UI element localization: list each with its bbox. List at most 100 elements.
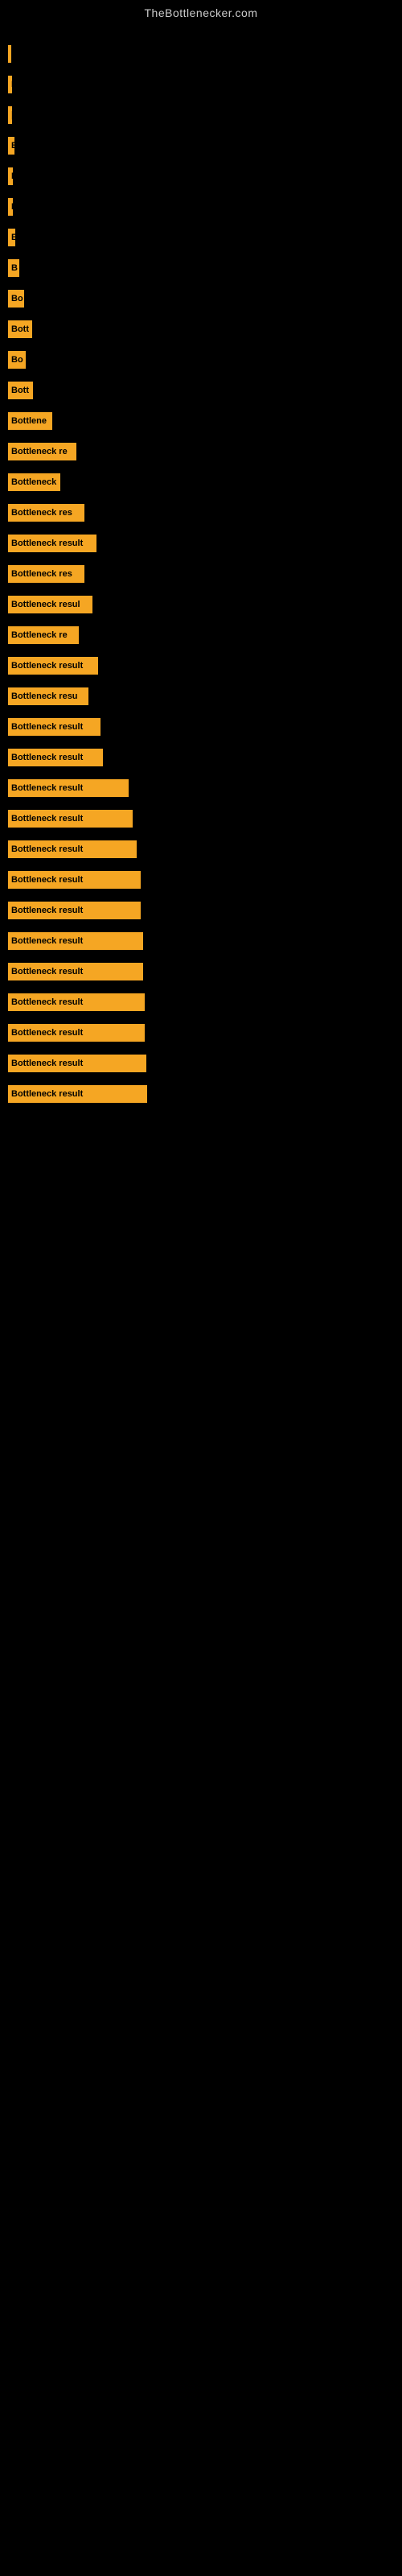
bar: Bottleneck result: [8, 902, 141, 919]
bar-row: |: [8, 100, 394, 130]
bar-row: Bottleneck result: [8, 1079, 394, 1109]
bar-label: I: [11, 80, 12, 89]
bar-row: Bottleneck: [8, 467, 394, 497]
bar: Bottleneck resul: [8, 596, 92, 613]
bar-label: Bott: [11, 386, 29, 395]
bar-label: Bottlene: [11, 416, 47, 426]
bar-row: Bottleneck result: [8, 895, 394, 926]
bar: Bottleneck res: [8, 504, 84, 522]
bar-label: Bottleneck result: [11, 844, 83, 854]
bar: Bottleneck result: [8, 1055, 146, 1072]
site-title: TheBottlenecker.com: [0, 0, 402, 23]
bar: Bottleneck re: [8, 443, 76, 460]
bar: E: [8, 229, 15, 246]
bar-label: Bottleneck resu: [11, 691, 78, 701]
bar-row: Bottleneck res: [8, 559, 394, 589]
bar: Bottleneck result: [8, 871, 141, 889]
bar-row: I: [8, 192, 394, 222]
bar: Bottleneck: [8, 473, 60, 491]
bars-container: | I | E I I E B Bo Bott Bo Bott Bottlene Bottleneck r…: [0, 23, 402, 1125]
bar: Bottleneck result: [8, 840, 137, 858]
bar: Bottleneck result: [8, 1024, 145, 1042]
bar: Bottleneck re: [8, 626, 79, 644]
bar: Bottleneck resu: [8, 687, 88, 705]
bar-label: Bottleneck result: [11, 661, 83, 671]
bar-label: Bottleneck: [11, 477, 56, 487]
bar-label: Bottleneck result: [11, 906, 83, 915]
bar-label: Bottleneck result: [11, 1059, 83, 1068]
bar-row: Bottlene: [8, 406, 394, 436]
bar: Bottleneck result: [8, 810, 133, 828]
bar-label: Bottleneck result: [11, 539, 83, 548]
bar-row: Bottleneck re: [8, 620, 394, 650]
bar-label: Bottleneck re: [11, 630, 68, 640]
bar: Bottlene: [8, 412, 52, 430]
bar-row: Bo: [8, 283, 394, 314]
bar-label: |: [11, 110, 12, 120]
bar: Bottleneck result: [8, 535, 96, 552]
bar-label: Bottleneck resul: [11, 600, 80, 609]
bar-label: Bottleneck result: [11, 814, 83, 824]
bar-row: Bottleneck re: [8, 436, 394, 467]
bar-label: Bottleneck res: [11, 569, 72, 579]
bar: E: [8, 137, 14, 155]
bar-row: Bottleneck result: [8, 987, 394, 1018]
bar: I: [8, 167, 13, 185]
bar-label: Bottleneck result: [11, 936, 83, 946]
bar-row: Bottleneck result: [8, 834, 394, 865]
bar-label: Bo: [11, 355, 23, 365]
bar: Bottleneck result: [8, 963, 143, 980]
bar: Bottleneck result: [8, 779, 129, 797]
bar: Bottleneck result: [8, 749, 103, 766]
bar-row: Bottleneck result: [8, 865, 394, 895]
bar-row: Bottleneck result: [8, 926, 394, 956]
bar-row: Bottleneck result: [8, 803, 394, 834]
bar-label: Bottleneck result: [11, 997, 83, 1007]
bar-label: E: [11, 233, 15, 242]
bar: Bo: [8, 351, 26, 369]
bar-label: Bo: [11, 294, 23, 303]
bar-row: B: [8, 253, 394, 283]
bar-row: Bottleneck resul: [8, 589, 394, 620]
bar-row: Bottleneck res: [8, 497, 394, 528]
bar-row: Bottleneck result: [8, 528, 394, 559]
bar: B: [8, 259, 19, 277]
bar-label: Bottleneck re: [11, 447, 68, 456]
bar-row: Bott: [8, 375, 394, 406]
bar-label: I: [11, 202, 13, 212]
bar: Bott: [8, 382, 33, 399]
bar-row: Bottleneck result: [8, 773, 394, 803]
bar-label: Bottleneck res: [11, 508, 72, 518]
bar: Bo: [8, 290, 24, 308]
bar-row: Bott: [8, 314, 394, 345]
bar: |: [8, 45, 11, 63]
bar: I: [8, 198, 13, 216]
bar-row: E: [8, 222, 394, 253]
bar-row: Bottleneck result: [8, 742, 394, 773]
bar: Bottleneck result: [8, 718, 100, 736]
bar: Bottleneck result: [8, 932, 143, 950]
bar: |: [8, 106, 12, 124]
bar-label: B: [11, 263, 18, 273]
bar-row: Bottleneck result: [8, 650, 394, 681]
bar-label: Bottleneck result: [11, 875, 83, 885]
bar-row: I: [8, 69, 394, 100]
bar-label: Bottleneck result: [11, 1028, 83, 1038]
bar: Bott: [8, 320, 32, 338]
bar: Bottleneck result: [8, 993, 145, 1011]
bar-label: Bottleneck result: [11, 1089, 83, 1099]
bar-label: Bottleneck result: [11, 753, 83, 762]
bar-label: E: [11, 141, 14, 151]
bar-label: Bottleneck result: [11, 722, 83, 732]
bar-row: Bottleneck result: [8, 1018, 394, 1048]
bar-label: I: [11, 171, 13, 181]
bar-label: Bott: [11, 324, 29, 334]
bar-label: Bottleneck result: [11, 967, 83, 976]
bar-label: Bottleneck result: [11, 783, 83, 793]
bar-row: I: [8, 161, 394, 192]
bar-row: Bottleneck resu: [8, 681, 394, 712]
bar-row: E: [8, 130, 394, 161]
bar-row: Bottleneck result: [8, 712, 394, 742]
bar: Bottleneck res: [8, 565, 84, 583]
bar: Bottleneck result: [8, 1085, 147, 1103]
